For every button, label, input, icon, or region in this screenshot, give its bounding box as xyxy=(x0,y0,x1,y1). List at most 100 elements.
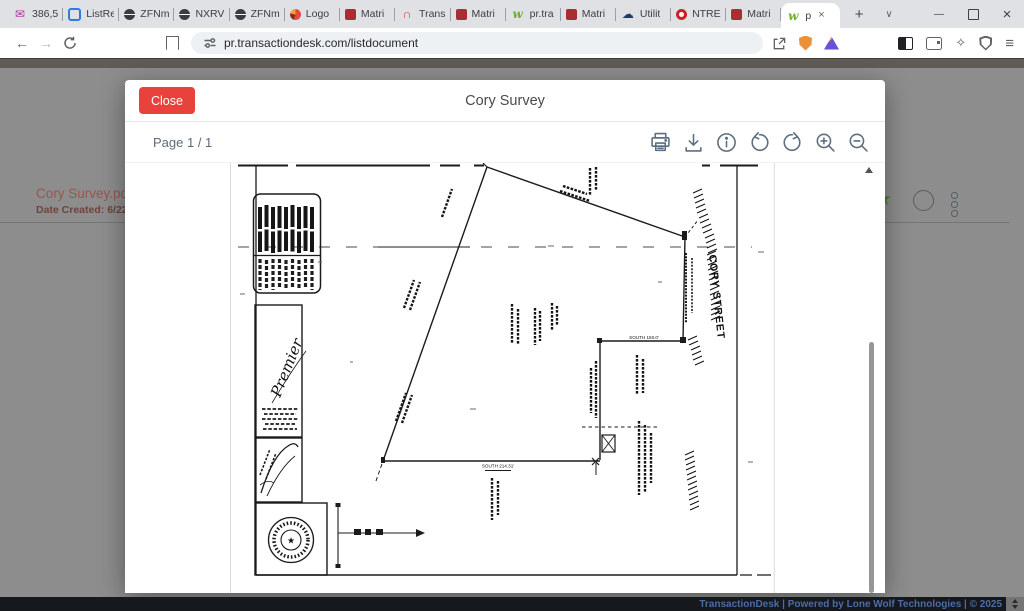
site-controls-icon xyxy=(203,36,217,50)
browser-tab[interactable]: Trans xyxy=(395,0,450,28)
corner-monuments xyxy=(381,231,687,463)
tab-label: Matri xyxy=(472,8,495,20)
page-indicator: Page 1 / 1 xyxy=(153,135,212,150)
browser-tab[interactable]: ListRe xyxy=(63,0,119,28)
tab-label: Logo xyxy=(306,8,329,20)
back-button[interactable]: ← xyxy=(10,31,34,55)
browser-tab-strip: 386,5 ListRe ZFNm NXRV ZFNm Logo Matri T… xyxy=(0,0,1024,28)
lonewolf-icon xyxy=(511,7,525,21)
document-preview-modal: Close Cory Survey Page 1 / 1 xyxy=(125,80,885,592)
matrix-icon xyxy=(731,9,742,20)
download-button[interactable] xyxy=(682,131,704,153)
ntreis-icon xyxy=(676,9,687,20)
share-button[interactable] xyxy=(771,35,788,52)
print-button[interactable] xyxy=(649,131,671,153)
tab-label: NXRV xyxy=(195,8,224,20)
browser-action-icons xyxy=(898,35,1014,51)
reload-button[interactable] xyxy=(58,31,82,55)
tab-label: Utilit xyxy=(640,8,660,20)
page-scroll-corner xyxy=(1006,597,1024,611)
tab-label: pr.tra xyxy=(530,8,554,20)
privacy-shield-icon[interactable] xyxy=(979,36,992,51)
rotate-left-button[interactable] xyxy=(748,131,770,153)
wallet-icon[interactable] xyxy=(926,37,942,50)
tab-label: p xyxy=(805,10,811,22)
footer-bar: TransactionDesk | Powered by Lone Wolf T… xyxy=(0,597,1024,611)
annotation-text-marks xyxy=(396,167,651,520)
close-button[interactable]: Close xyxy=(139,87,195,114)
download-icon xyxy=(683,132,704,153)
browser-toolbar: ← → pr.transactiondesk.com/listdocument … xyxy=(0,28,1024,58)
matrix-icon xyxy=(456,9,467,20)
seal-star-icon: ★ xyxy=(287,536,295,546)
share-icon xyxy=(772,36,787,51)
browser-tab[interactable]: Matri xyxy=(726,0,781,28)
zoom-in-icon xyxy=(815,132,836,153)
browser-menu-icon[interactable] xyxy=(1005,36,1014,51)
extension-badge: 1 xyxy=(833,32,844,41)
south-boundary-label: SOUTH 214.31' xyxy=(482,464,514,469)
browser-tab[interactable]: NTRE xyxy=(671,0,726,28)
modal-header: Close Cory Survey xyxy=(125,80,885,122)
scale-bar xyxy=(336,503,426,568)
forward-button[interactable]: → xyxy=(34,31,58,55)
viewer-toolbar: Page 1 / 1 xyxy=(125,122,885,163)
globe-icon xyxy=(179,9,190,20)
browser-tab[interactable]: Matri xyxy=(451,0,506,28)
new-tab-button[interactable] xyxy=(846,1,872,27)
zoom-out-icon xyxy=(848,132,869,153)
zoom-out-button[interactable] xyxy=(847,131,869,153)
tab-label: ZFNm xyxy=(251,8,280,20)
browser-tab[interactable]: ZFNm xyxy=(119,0,174,28)
browser-tab[interactable]: ZFNm xyxy=(230,0,285,28)
viewer-scroll-up-icon[interactable] xyxy=(865,167,873,173)
shield-extension-button[interactable]: 3 xyxy=(797,35,814,52)
scroll-up-icon[interactable] xyxy=(1012,599,1018,603)
reload-icon xyxy=(63,36,77,50)
site-header-strip xyxy=(0,58,1024,68)
document-viewer: SOUTH 214.31' SOUTH 150.0' CORY STREET P… xyxy=(125,163,885,593)
address-bar[interactable]: pr.transactiondesk.com/listdocument xyxy=(191,32,763,54)
viewer-tools xyxy=(649,131,869,153)
survey-document: SOUTH 214.31' SOUTH 150.0' CORY STREET P… xyxy=(230,163,775,593)
browser-tab[interactable]: Matri xyxy=(561,0,616,28)
parcel-boundary-label: SOUTH 150.0' xyxy=(629,335,659,340)
window-maximize-button[interactable] xyxy=(956,0,990,28)
viewer-scrollbar-thumb[interactable] xyxy=(869,342,874,593)
listreports-icon xyxy=(68,8,81,21)
browser-tab[interactable]: Logo xyxy=(285,0,340,28)
select-circle-icon xyxy=(913,190,934,211)
matrix-icon xyxy=(345,9,356,20)
signature-block xyxy=(255,438,302,502)
surveyor-name-cursive: Premier xyxy=(267,335,307,400)
browser-tab[interactable]: NXRV xyxy=(174,0,229,28)
zoom-in-button[interactable] xyxy=(814,131,836,153)
sparkle-icon[interactable] xyxy=(955,35,966,51)
alert-extension-button[interactable]: 1 xyxy=(823,35,840,52)
browser-tab-active[interactable]: p xyxy=(781,3,840,28)
modal-title: Cory Survey xyxy=(465,93,545,109)
transactiondesk-icon xyxy=(400,7,414,21)
url-text: pr.transactiondesk.com/listdocument xyxy=(224,36,418,50)
browser-tab[interactable]: pr.tra xyxy=(506,0,561,28)
tab-search-chevron-icon[interactable] xyxy=(872,0,906,28)
tab-label: Matri xyxy=(361,8,384,20)
browser-tab[interactable]: Utilit xyxy=(616,0,671,28)
info-button[interactable] xyxy=(715,131,737,153)
bookmark-icon[interactable] xyxy=(166,36,179,50)
tab-label: Trans xyxy=(419,8,445,20)
browser-tab[interactable]: 386,5 xyxy=(8,0,63,28)
logo-icon xyxy=(290,9,301,20)
rotate-cw-icon xyxy=(782,132,803,153)
browser-tab[interactable]: Matri xyxy=(340,0,395,28)
scroll-down-icon[interactable] xyxy=(1012,605,1018,609)
rotate-right-button[interactable] xyxy=(781,131,803,153)
extensions-area: 3 1 xyxy=(771,35,840,52)
window-close-button[interactable] xyxy=(990,0,1024,28)
window-minimize-button[interactable] xyxy=(922,0,956,28)
tab-close-icon[interactable] xyxy=(818,10,824,21)
document-list-date: Date Created: 6/22 xyxy=(36,204,128,216)
side-panel-icon[interactable] xyxy=(898,37,913,50)
document-list-title: Cory Survey.pdf xyxy=(36,186,132,201)
street-name-label: CORY STREET xyxy=(706,254,727,340)
